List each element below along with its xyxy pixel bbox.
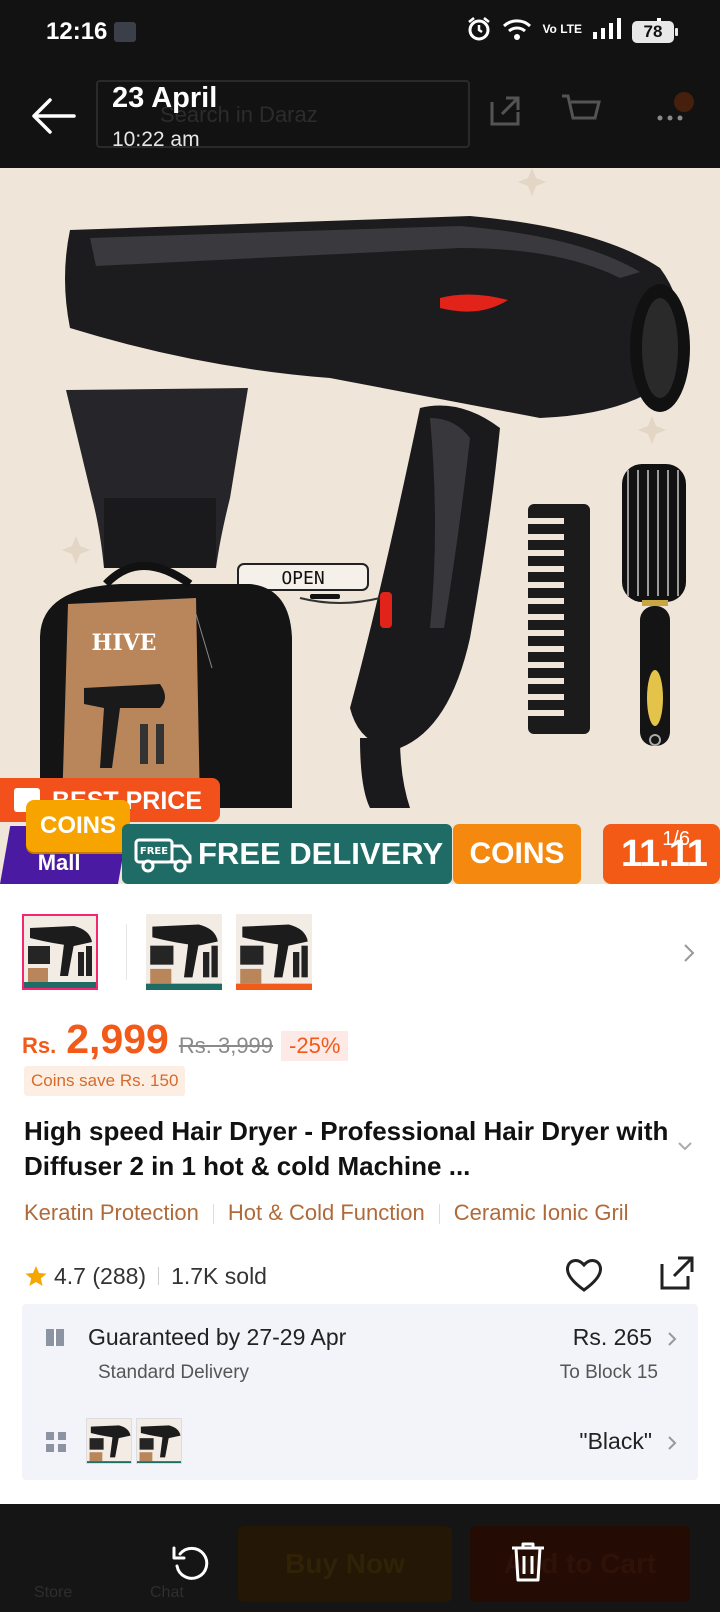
free-delivery-banner: FREE FREE DELIVERY (122, 824, 452, 884)
share-icon[interactable] (656, 1252, 698, 1294)
background-share-icon (490, 96, 520, 126)
variant-thumbnail[interactable] (136, 1418, 182, 1464)
background-buy-now-button: Buy Now (238, 1526, 452, 1602)
feature-tag[interactable]: Hot & Cold Function (228, 1200, 425, 1226)
screen: 12:16 Vo LTE 78 Search in Daraz 23 April… (0, 0, 720, 1612)
thumbnail-image (137, 1425, 181, 1463)
thumbnail-image (87, 1425, 131, 1463)
hair-dryer-illustration: OPEN HIVE (40, 168, 690, 808)
review-count[interactable]: (288) (92, 1263, 146, 1290)
bag-brand-label: HIVE (92, 630, 157, 656)
promo-banner: Mall BEST PRICE COINS FREE FREE DELIVERY… (0, 778, 720, 884)
coins-save-badge: Coins save Rs. 150 (24, 1066, 186, 1096)
delivery-method: Standard Delivery (98, 1362, 250, 1383)
thumbnail-divider (126, 924, 127, 980)
current-price: 2,999 (66, 1016, 169, 1062)
chevron-down-icon[interactable] (676, 1140, 694, 1152)
background-store-label: Store (34, 1584, 73, 1601)
coins-badge: COINS (26, 800, 130, 852)
thumbnail-3[interactable] (236, 914, 312, 990)
discount-badge: -25% (281, 1031, 349, 1061)
rating-row: 4.7 (288) 1.7K sold (24, 1256, 700, 1296)
price-currency: Rs. (22, 1033, 57, 1058)
coins-pill: COINS (453, 824, 581, 884)
back-arrow-icon[interactable] (26, 96, 78, 136)
background-menu-icon (657, 92, 694, 121)
status-time: 12:16 (46, 18, 108, 45)
original-price: Rs. 3,999 (178, 1033, 274, 1058)
signal-icon (593, 18, 621, 39)
selected-variant[interactable]: "Black" (579, 1428, 652, 1455)
delivery-guarantee: Guaranteed by 27-29 Apr (88, 1324, 347, 1350)
background-add-to-cart-button: Add to Cart (470, 1526, 690, 1602)
volte-label: Vo LTE (542, 21, 582, 36)
delivery-truck-icon: FREE (134, 838, 192, 873)
gift-box-icon (46, 1329, 64, 1346)
background-cart-icon (562, 94, 601, 120)
divider (212, 1204, 214, 1225)
delivery-card: Guaranteed by 27-29 Apr Standard Deliver… (22, 1304, 698, 1480)
mall-label: Mall (37, 850, 81, 875)
image-thumbnails (22, 914, 698, 992)
background-chat-label: Chat (150, 1584, 184, 1601)
image-counter: 1/6 (662, 828, 690, 850)
rotate-icon[interactable] (170, 1542, 212, 1584)
delivery-location[interactable]: To Block 15 (560, 1362, 658, 1384)
thumbnail-image (24, 926, 96, 988)
alarm-icon (468, 17, 491, 41)
star-icon (25, 1266, 47, 1286)
product-title: High speed Hair Dryer - Professional Hai… (24, 1116, 669, 1181)
variant-thumbnail[interactable] (86, 1418, 132, 1464)
delivery-fee[interactable]: Rs. 265 (573, 1324, 652, 1351)
free-delivery-label: FREE DELIVERY (198, 836, 444, 871)
photo-time: 10:22 am (112, 128, 200, 151)
divider (438, 1204, 440, 1225)
free-tag-label: FREE (140, 846, 168, 857)
viewer-header: 12:16 Vo LTE 78 Search in Daraz 23 April… (0, 0, 720, 168)
open-label: OPEN (281, 568, 324, 589)
price-row: Rs. 2,999 Rs. 3,999 -25% (22, 1016, 349, 1062)
feature-tag[interactable]: Keratin Protection (24, 1200, 199, 1226)
thumbnail-image (236, 924, 312, 990)
product-main-image[interactable]: OPEN HIVE 1/6 (0, 168, 720, 884)
chevron-right-icon[interactable] (680, 942, 698, 964)
rating-value: 4.7 (54, 1262, 86, 1289)
variant-grid-icon (46, 1432, 66, 1452)
feature-tag[interactable]: Ceramic Ionic Gril (454, 1200, 629, 1226)
viewer-toolbar: Store Chat Buy Now Add to Cart (0, 1504, 720, 1612)
chevron-right-icon[interactable] (666, 1330, 678, 1348)
chevron-right-icon[interactable] (666, 1434, 678, 1452)
thumbnail-2[interactable] (146, 914, 222, 990)
heart-icon[interactable] (564, 1256, 604, 1294)
thumbnail-image (146, 924, 222, 990)
sold-count: 1.7K sold (171, 1262, 267, 1289)
photo-date: 23 April (112, 82, 218, 114)
wifi-icon (503, 19, 532, 40)
trash-icon[interactable] (508, 1540, 548, 1584)
feature-tags: Keratin Protection Hot & Cold Function Cer… (24, 1200, 720, 1226)
battery-indicator: 78 (632, 21, 678, 43)
notification-app-icon (114, 22, 136, 42)
divider (158, 1267, 160, 1285)
thumbnail-1[interactable] (22, 914, 98, 990)
